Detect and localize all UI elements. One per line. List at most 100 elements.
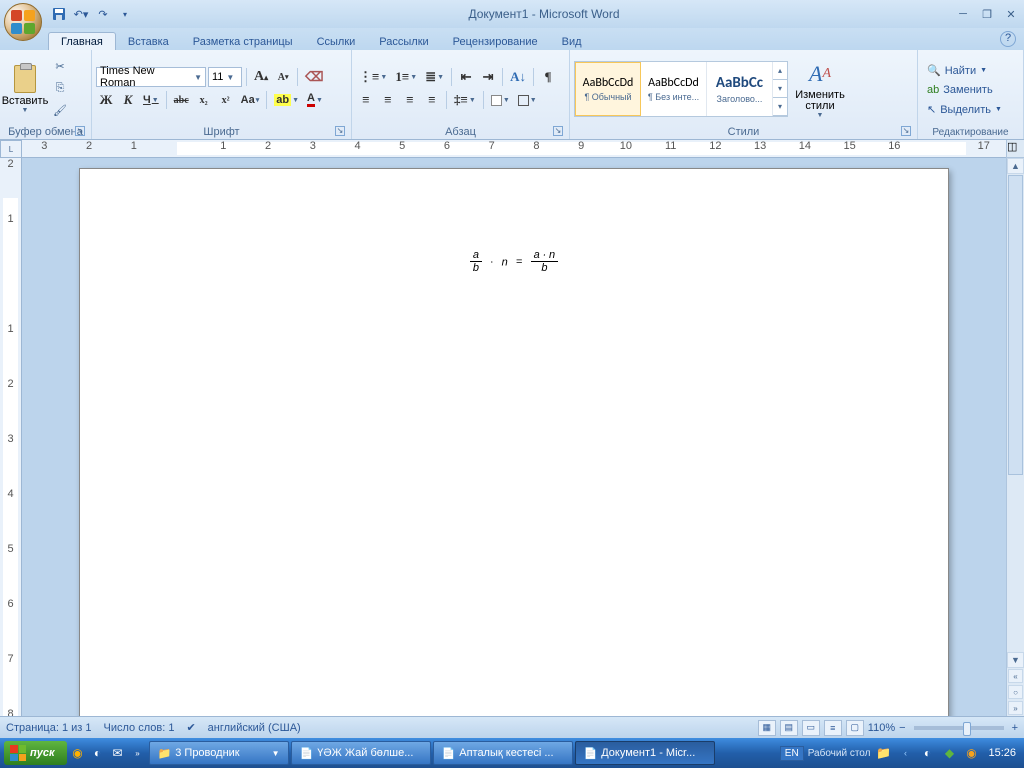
taskbar-task[interactable]: 📄ҮӘЖ Жай бөлше... xyxy=(291,741,431,765)
scroll-up-icon[interactable]: ▲ xyxy=(1007,158,1024,174)
shading-button[interactable]: ▼ xyxy=(488,90,513,110)
format-painter-icon[interactable]: 🖌 xyxy=(49,101,71,121)
redo-icon[interactable]: ↷ xyxy=(94,5,112,23)
select-button[interactable]: ↖Выделить▼ xyxy=(922,100,1007,119)
styles-dialog-launcher[interactable]: ↘ xyxy=(901,126,911,136)
strike-button[interactable]: abc xyxy=(171,90,192,110)
style-normal[interactable]: AaBbCcDd¶ Обычный xyxy=(575,62,641,116)
taskbar-task[interactable]: 📄Документ1 - Micr... xyxy=(575,741,715,765)
quicklaunch-more-icon[interactable]: » xyxy=(129,744,147,762)
tab-insert[interactable]: Вставка xyxy=(116,33,181,50)
borders-button[interactable]: ▼ xyxy=(515,90,540,110)
gallery-more-icon[interactable]: ▾ xyxy=(773,98,787,116)
minimize-button[interactable]: ─ xyxy=(954,8,972,21)
office-button[interactable] xyxy=(4,3,42,41)
cut-icon[interactable]: ✂ xyxy=(49,57,71,77)
find-button[interactable]: 🔍Найти▼ xyxy=(922,61,1007,80)
view-web[interactable]: ▭ xyxy=(802,720,820,736)
tab-mailings[interactable]: Рассылки xyxy=(367,33,440,50)
show-desktop-label[interactable]: Рабочий стол xyxy=(808,748,871,759)
taskbar-task[interactable]: 📄Апталық кестесі ... xyxy=(433,741,573,765)
gallery-down-icon[interactable]: ▾ xyxy=(773,80,787,98)
highlight-button[interactable]: ab▼ xyxy=(271,90,302,110)
align-right-button[interactable]: ≡ xyxy=(400,90,420,110)
vertical-ruler[interactable]: 2112345678 xyxy=(0,158,22,716)
zoom-out-button[interactable]: − xyxy=(899,722,905,734)
indent-button[interactable]: ⇥ xyxy=(478,67,498,87)
gallery-up-icon[interactable]: ▴ xyxy=(773,62,787,80)
zoom-level[interactable]: 110% xyxy=(868,722,895,734)
clear-format-button[interactable]: ⌫ xyxy=(302,67,326,87)
tray-folder-icon[interactable]: 📁 xyxy=(874,744,892,762)
quicklaunch-amigo-icon[interactable]: ◉ xyxy=(69,744,87,762)
zoom-in-button[interactable]: + xyxy=(1012,722,1018,734)
tab-references[interactable]: Ссылки xyxy=(305,33,368,50)
horizontal-ruler[interactable]: 3211234567891011121314151617 xyxy=(22,140,1006,158)
style-heading1[interactable]: AaBbCcЗаголово... xyxy=(707,62,773,116)
undo-icon[interactable]: ↶▾ xyxy=(72,5,90,23)
bullets-button[interactable]: ⋮≡▼ xyxy=(356,67,390,87)
align-left-button[interactable]: ≡ xyxy=(356,90,376,110)
bold-button[interactable]: Ж xyxy=(96,90,116,110)
style-no-spacing[interactable]: AaBbCcDd¶ Без инте... xyxy=(641,62,707,116)
tab-page-layout[interactable]: Разметка страницы xyxy=(181,33,305,50)
tray-more-icon[interactable]: ‹ xyxy=(896,744,914,762)
help-icon[interactable]: ? xyxy=(1000,31,1016,47)
show-marks-button[interactable]: ¶ xyxy=(538,67,558,87)
replace-button[interactable]: abЗаменить xyxy=(922,81,1007,99)
tab-home[interactable]: Главная xyxy=(48,32,116,50)
zoom-slider[interactable] xyxy=(914,726,1004,730)
tray-volume-icon[interactable]: ◆ xyxy=(940,744,958,762)
scroll-thumb[interactable] xyxy=(1008,175,1023,475)
page-viewport[interactable]: ab ∙ n = a ∙ nb xyxy=(22,158,1006,716)
multilevel-button[interactable]: ≣▼ xyxy=(422,67,447,87)
taskbar-task[interactable]: 📁3 Проводник▼ xyxy=(149,741,289,765)
font-size-combo[interactable]: 11▼ xyxy=(208,67,242,87)
tray-app-icon[interactable]: ◉ xyxy=(962,744,980,762)
sort-button[interactable]: A↓ xyxy=(507,67,529,87)
quicklaunch-chrome-icon[interactable]: ◐ xyxy=(89,744,107,762)
vertical-scrollbar[interactable]: ◫ ▲ ▼ « ○ » xyxy=(1006,140,1024,716)
line-spacing-button[interactable]: ‡≡▼ xyxy=(451,90,479,110)
spellcheck-icon[interactable]: ✔ xyxy=(186,721,195,734)
save-icon[interactable] xyxy=(50,5,68,23)
start-button[interactable]: пуск xyxy=(4,741,67,765)
status-word-count[interactable]: Число слов: 1 xyxy=(104,722,175,734)
view-print-layout[interactable]: ▦ xyxy=(758,720,776,736)
shrink-font-button[interactable]: A▾ xyxy=(273,67,293,87)
tab-review[interactable]: Рецензирование xyxy=(441,33,550,50)
language-indicator[interactable]: EN xyxy=(780,746,804,761)
change-case-button[interactable]: Aa▾ xyxy=(238,90,263,110)
view-outline[interactable]: ≡ xyxy=(824,720,842,736)
restore-button[interactable]: ❐ xyxy=(978,8,996,21)
underline-button[interactable]: Ч▼ xyxy=(140,90,162,110)
superscript-button[interactable]: x² xyxy=(216,90,236,110)
clock[interactable]: 15:26 xyxy=(984,747,1020,759)
grow-font-button[interactable]: A▴ xyxy=(251,67,271,87)
paragraph-dialog-launcher[interactable]: ↘ xyxy=(553,126,563,136)
style-gallery[interactable]: AaBbCcDd¶ Обычный AaBbCcDd¶ Без инте... … xyxy=(574,61,788,117)
tab-selector[interactable]: L xyxy=(0,140,22,158)
tray-network-icon[interactable]: ◐ xyxy=(918,744,936,762)
font-color-button[interactable]: A▼ xyxy=(304,90,326,110)
prev-page-icon[interactable]: « xyxy=(1008,669,1023,683)
outdent-button[interactable]: ⇤ xyxy=(456,67,476,87)
status-language[interactable]: английский (США) xyxy=(208,722,301,734)
clipboard-dialog-launcher[interactable]: ↘ xyxy=(75,126,85,136)
subscript-button[interactable]: x₂ xyxy=(194,90,214,110)
copy-icon[interactable]: ⎘ xyxy=(49,79,71,99)
next-page-icon[interactable]: » xyxy=(1008,701,1023,715)
qat-customize-icon[interactable]: ▾ xyxy=(116,5,134,23)
view-full-reading[interactable]: ▤ xyxy=(780,720,798,736)
status-page[interactable]: Страница: 1 из 1 xyxy=(6,722,92,734)
numbering-button[interactable]: 1≡▼ xyxy=(392,67,420,87)
quicklaunch-mail-icon[interactable]: ✉ xyxy=(109,744,127,762)
tab-view[interactable]: Вид xyxy=(550,33,594,50)
font-name-combo[interactable]: Times New Roman▼ xyxy=(96,67,206,87)
equation[interactable]: ab ∙ n = a ∙ nb xyxy=(170,249,858,274)
font-dialog-launcher[interactable]: ↘ xyxy=(335,126,345,136)
justify-button[interactable]: ≡ xyxy=(422,90,442,110)
change-styles-button[interactable]: AA Изменить стили ▼ xyxy=(791,56,849,122)
scroll-down-icon[interactable]: ▼ xyxy=(1007,652,1024,668)
paste-button[interactable]: Вставить ▼ xyxy=(4,56,46,122)
